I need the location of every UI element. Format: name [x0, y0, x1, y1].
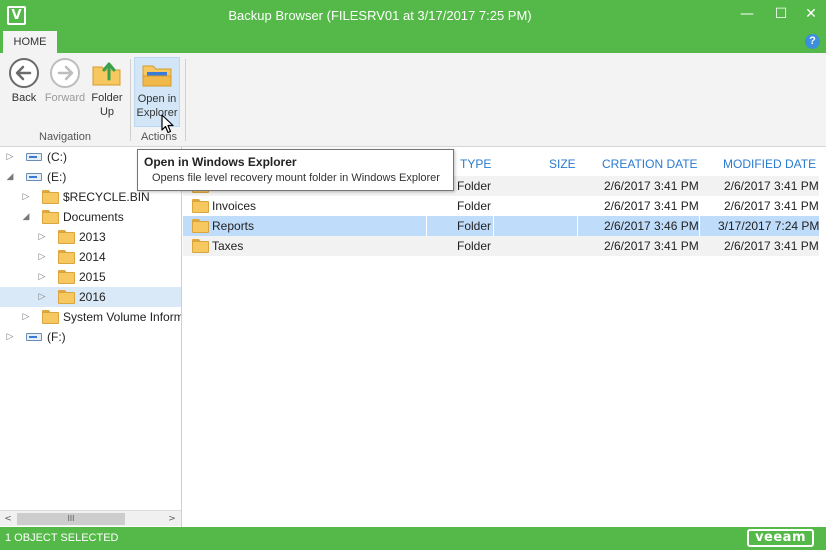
- drive-icon: [26, 333, 42, 341]
- cell-created: 2/6/2017 3:41 PM: [604, 179, 699, 193]
- expand-icon[interactable]: ▷: [4, 327, 16, 347]
- window-title: Backup Browser (FILESRV01 at 3/17/2017 7…: [228, 8, 532, 23]
- table-row[interactable]: Taxes Folder 2/6/2017 3:41 PM 2/6/2017 3…: [183, 236, 819, 256]
- open-in-explorer-label-1: Open in: [137, 93, 177, 105]
- column-header-size[interactable]: SIZE: [549, 157, 576, 171]
- minimize-button[interactable]: —: [730, 0, 764, 31]
- cell-created: 2/6/2017 3:46 PM: [604, 219, 699, 233]
- tree-item-label: (E:): [47, 170, 67, 184]
- status-text: 1 OBJECT SELECTED: [5, 532, 119, 544]
- column-header-type[interactable]: TYPE: [460, 157, 491, 171]
- tooltip-title: Open in Windows Explorer: [144, 155, 297, 169]
- cell-modified: 3/17/2017 7:24 PM: [718, 219, 820, 233]
- drive-icon: [26, 153, 42, 161]
- mouse-pointer-icon: [161, 114, 175, 134]
- tooltip-open-in-explorer: Open in Windows Explorer Opens file leve…: [137, 149, 454, 191]
- tree-item-documents[interactable]: ◢ Documents: [0, 207, 181, 227]
- ribbon-tabs: HOME ?: [0, 31, 826, 53]
- tree-item-label: 2013: [79, 230, 106, 244]
- folder-up-label-1: Folder: [91, 92, 123, 104]
- close-button[interactable]: ✕: [794, 0, 826, 31]
- folder-icon: [58, 250, 75, 264]
- table-row[interactable]: Invoices Folder 2/6/2017 3:41 PM 2/6/201…: [183, 196, 819, 216]
- folder-icon: [42, 190, 59, 204]
- folder-icon: [192, 199, 209, 213]
- cell-modified: 2/6/2017 3:41 PM: [724, 199, 819, 213]
- cell-modified: 2/6/2017 3:41 PM: [724, 239, 819, 253]
- cell-modified: 2/6/2017 3:41 PM: [724, 179, 819, 193]
- maximize-button[interactable]: ☐: [764, 0, 798, 31]
- navigation-group-label: Navigation: [39, 131, 91, 143]
- expand-icon[interactable]: ▷: [36, 247, 48, 267]
- group-separator: [130, 59, 131, 141]
- tree-item-label: Documents: [63, 210, 124, 224]
- column-header-modified-date[interactable]: MODIFIED DATE: [723, 157, 816, 171]
- cell-name: Taxes: [212, 239, 244, 253]
- drive-icon: [26, 173, 42, 181]
- tree-item-label: System Volume Inform: [63, 310, 181, 324]
- folder-icon: [42, 210, 59, 224]
- forward-label: Forward: [44, 92, 86, 104]
- veeam-logo: veeam: [747, 529, 814, 547]
- folder-up-label-2: Up: [99, 106, 115, 118]
- scroll-thumb[interactable]: III: [17, 513, 125, 525]
- folder-up-button[interactable]: Folder Up: [88, 57, 126, 119]
- cell-type: Folder: [457, 179, 492, 193]
- cell-name: Invoices: [212, 199, 257, 213]
- cell-type: Folder: [457, 199, 492, 213]
- table-row[interactable]: Reports Folder 2/6/2017 3:46 PM 3/17/201…: [183, 216, 819, 236]
- tree-item-label: 2015: [79, 270, 106, 284]
- expand-icon[interactable]: ▷: [36, 267, 48, 287]
- tree-item-label: 2014: [79, 250, 106, 264]
- tooltip-description: Opens file level recovery mount folder i…: [152, 172, 440, 184]
- tree-item-f-drive[interactable]: ▷ (F:): [0, 327, 181, 347]
- scroll-right-icon[interactable]: >: [164, 511, 180, 527]
- expand-icon[interactable]: ▷: [36, 227, 48, 247]
- cell-created: 2/6/2017 3:41 PM: [604, 239, 699, 253]
- back-label: Back: [11, 92, 37, 104]
- cell-type: Folder: [457, 219, 492, 233]
- folder-tree[interactable]: ▷ (C:) ◢ (E:) ▷ $RECYCLE.BIN ◢ Documents…: [0, 147, 182, 527]
- status-bar: 1 OBJECT SELECTED veeam: [0, 527, 826, 550]
- cell-created: 2/6/2017 3:41 PM: [604, 199, 699, 213]
- file-list[interactable]: TYPE SIZE CREATION DATE MODIFIED DATE Fo…: [183, 147, 826, 527]
- expand-icon[interactable]: ▷: [4, 147, 16, 167]
- folder-icon: [58, 230, 75, 244]
- collapse-icon[interactable]: ◢: [20, 207, 32, 227]
- expand-icon[interactable]: ▷: [36, 287, 48, 307]
- cell-type: Folder: [457, 239, 492, 253]
- explorer-folder-icon: [139, 58, 175, 90]
- tree-item-2016[interactable]: ▷ 2016: [0, 287, 181, 307]
- tree-item-label: 2016: [79, 290, 106, 304]
- back-arrow-icon: [6, 57, 42, 89]
- back-button[interactable]: Back: [5, 57, 43, 105]
- folder-icon: [42, 310, 59, 324]
- title-bar: V Backup Browser (FILESRV01 at 3/17/2017…: [0, 0, 826, 31]
- expand-icon[interactable]: ▷: [20, 187, 32, 207]
- help-icon[interactable]: ?: [805, 34, 820, 49]
- forward-button[interactable]: Forward: [44, 57, 86, 105]
- tree-item-label: (F:): [47, 330, 66, 344]
- collapse-icon[interactable]: ◢: [4, 167, 16, 187]
- folder-icon: [192, 219, 209, 233]
- forward-arrow-icon: [47, 57, 83, 89]
- tree-item-2013[interactable]: ▷ 2013: [0, 227, 181, 247]
- tab-home[interactable]: HOME: [3, 31, 57, 53]
- tree-item-2015[interactable]: ▷ 2015: [0, 267, 181, 287]
- folder-icon: [58, 290, 75, 304]
- folder-up-icon: [89, 57, 125, 89]
- tree-horizontal-scrollbar[interactable]: < III >: [0, 510, 181, 526]
- column-header-creation-date[interactable]: CREATION DATE: [602, 157, 698, 171]
- tree-item-2014[interactable]: ▷ 2014: [0, 247, 181, 267]
- group-separator: [185, 59, 186, 141]
- folder-icon: [192, 239, 209, 253]
- expand-icon[interactable]: ▷: [20, 307, 32, 327]
- actions-group-label: Actions: [140, 131, 178, 143]
- cell-name: Reports: [212, 219, 255, 233]
- scroll-left-icon[interactable]: <: [0, 511, 16, 527]
- tree-item-system-volume[interactable]: ▷ System Volume Inform: [0, 307, 181, 327]
- folder-icon: [58, 270, 75, 284]
- ribbon: Back Forward Folder Up Open in Explorer …: [0, 53, 826, 147]
- tree-item-label: (C:): [47, 150, 67, 164]
